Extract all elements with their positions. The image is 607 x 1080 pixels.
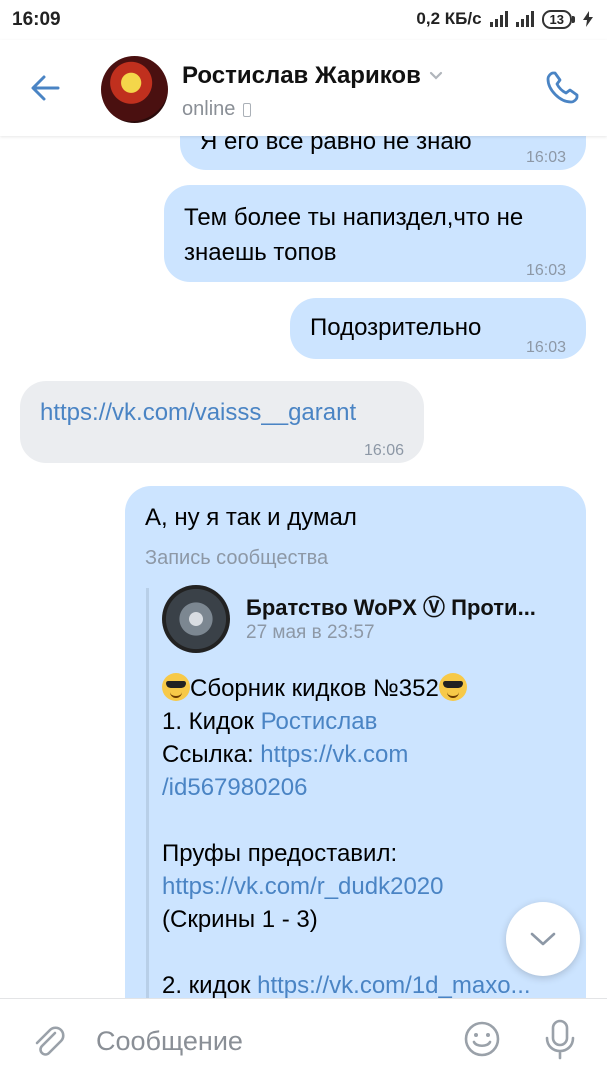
post-text: Ссылка:: [162, 741, 261, 768]
message-outgoing[interactable]: Тем более ты напиздел,что не знаешь топо…: [164, 185, 586, 282]
message-time: 16:03: [525, 339, 566, 356]
arrow-left-icon: [31, 75, 60, 101]
smiley-icon: [464, 1021, 500, 1057]
post-quote-bar: [146, 588, 149, 1000]
post-title: Сборник кидков №352: [190, 675, 439, 702]
community-name[interactable]: Братство WoPX Ⓥ Проти...: [246, 590, 566, 622]
message-text: Подозрительно: [310, 314, 482, 341]
message-time: 16:06: [363, 442, 404, 459]
post-link[interactable]: /id567980206: [162, 774, 307, 801]
message-link[interactable]: https://vk.com/vaisss__garant: [40, 395, 356, 431]
message-input[interactable]: [96, 1021, 436, 1061]
post-line: https://vk.com/r_dudk2020: [162, 870, 572, 903]
message-time: 16:03: [525, 262, 566, 279]
chat-header: Ростислав Жариков online: [0, 40, 607, 136]
message-text-line: знаешь топов: [184, 239, 337, 266]
back-button[interactable]: [28, 70, 64, 106]
message-incoming[interactable]: https://vk.com/vaisss__garant 16:06: [20, 381, 424, 463]
message-text: А, ну я так и думал: [145, 504, 357, 531]
message-text-line: Тем более ты напиздел,что не: [184, 204, 524, 231]
post-line: Пруфы предоставил:: [162, 837, 572, 870]
voice-record-button[interactable]: [540, 1017, 580, 1061]
post-link[interactable]: Ростислав: [261, 708, 378, 735]
contact-status: online: [182, 98, 252, 121]
microphone-icon: [545, 1019, 575, 1060]
post-line: Ссылка: https://vk.com: [162, 738, 572, 771]
sunglasses-emoji-icon: [162, 673, 190, 701]
contact-avatar[interactable]: [101, 56, 168, 123]
post-title-line: Сборник кидков №352: [162, 672, 572, 705]
chevron-down-icon: [429, 71, 442, 80]
post-text: Пруфы предоставил:: [162, 840, 398, 867]
post-date: 27 мая в 23:57: [246, 622, 375, 643]
community-avatar[interactable]: [162, 585, 230, 653]
message-outgoing[interactable]: Подозрительно 16:03: [290, 298, 586, 359]
post-link[interactable]: https://vk.com/1d_maxo...: [257, 972, 530, 999]
post-text: 2. кидок: [162, 972, 258, 999]
post-text: 1. Кидок: [162, 708, 261, 735]
paperclip-icon: [35, 1026, 65, 1056]
phone-icon: [546, 71, 579, 104]
attachment-label: Запись сообщества: [145, 547, 329, 569]
message-time: 16:03: [525, 149, 566, 166]
contact-name-text: Ростислав Жариков: [182, 62, 421, 89]
message-composer: [0, 998, 607, 1080]
mobile-device-icon: [243, 102, 252, 117]
post-line: 1. Кидок Ростислав: [162, 705, 572, 738]
post-link[interactable]: https://vk.com/r_dudk2020: [162, 873, 443, 900]
post-text: (Скрины 1 - 3): [162, 906, 318, 933]
post-line: /id567980206: [162, 771, 572, 804]
online-status: online: [182, 98, 236, 120]
contact-name[interactable]: Ростислав Жариков: [182, 62, 443, 90]
call-button[interactable]: [542, 68, 582, 108]
post-blank-line: [162, 804, 572, 837]
post-link[interactable]: https://vk.com: [260, 741, 408, 768]
chat-history[interactable]: Я его все равно не знаю 16:03 Тем более …: [0, 0, 607, 1000]
attach-button[interactable]: [28, 1021, 68, 1061]
post-line: 2. кидок https://vk.com/1d_maxo...: [162, 969, 572, 1000]
emoji-button[interactable]: [462, 1019, 502, 1059]
scroll-down-button[interactable]: [506, 902, 580, 976]
sunglasses-emoji-icon: [438, 673, 467, 701]
chevron-down-icon: [530, 932, 556, 946]
